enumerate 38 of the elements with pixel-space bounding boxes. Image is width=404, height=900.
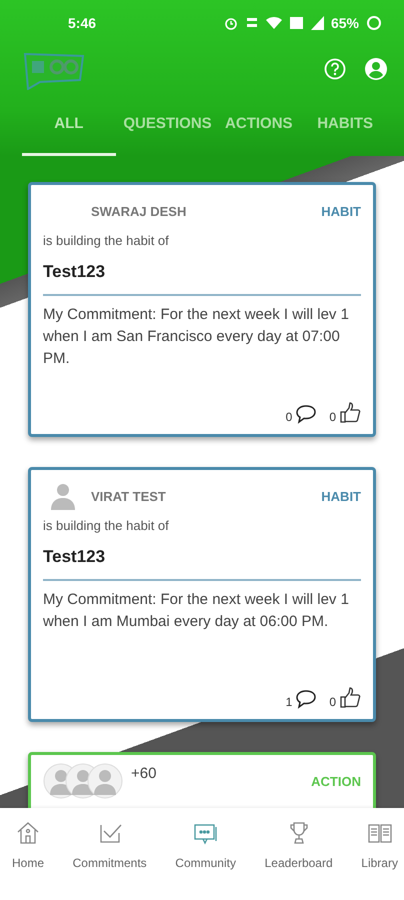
card-subtitle: is building the habit of: [43, 233, 170, 248]
commitment-text: My Commitment: For the next week I will lev 1 when I am Mumbai every day at 06:00 PM.: [43, 590, 350, 632]
like-count: 0: [329, 410, 336, 424]
user-name: SWARAJ DESH: [91, 204, 186, 218]
commitment-text: My Commitment: For the next week I will lev 1 when I am San Francisco every day at 07:00 PM.: [43, 305, 350, 369]
participant-count: +60: [131, 765, 156, 782]
help-icon[interactable]: [324, 58, 346, 80]
habit-title: Test123: [43, 547, 106, 567]
avatar-group-icon: [43, 763, 123, 799]
battery-percent: 65%: [330, 15, 359, 31]
battery-icon: [366, 15, 382, 31]
thumbs-up-icon[interactable]: [339, 402, 361, 424]
like-count: 0: [329, 695, 336, 709]
comment-icon[interactable]: [295, 404, 318, 424]
nav-tab[interactable]: Library: [359, 820, 400, 900]
comment-count: 0: [286, 410, 292, 424]
habit-card[interactable]: SWARAJ DESH HABIT is building the habit of Test123 My Commitment: For the next week I will lev 1 when I am San Francisco every day at 07:00 PM. 0 0: [28, 182, 376, 437]
user-name: VIRAT TEST: [91, 488, 166, 504]
profile-icon[interactable]: [364, 57, 388, 81]
nav-tab[interactable]: Home: [10, 820, 46, 900]
comment-icon[interactable]: [295, 689, 318, 709]
nav-tab[interactable]: Community: [173, 820, 238, 900]
habit-card[interactable]: VIRAT TEST HABIT is building the habit of Test123 My Commitment: For the next week I will lev 1 when I am Mumbai every day at 06:00 PM. 1 0: [28, 467, 376, 722]
nav-tab[interactable]: Leaderboard: [262, 820, 335, 900]
action-card[interactable]: +60 ACTION: [28, 752, 376, 808]
comment-count: 1: [286, 695, 292, 709]
post-type-label: HABIT: [321, 488, 361, 504]
thumbs-up-icon[interactable]: [339, 687, 361, 709]
wifi-icon: [266, 16, 282, 30]
card-subtitle: is building the habit of: [43, 518, 170, 533]
post-type-label: ACTION: [311, 774, 361, 788]
post-type-label: HABIT: [321, 204, 361, 218]
signal-icon: [310, 16, 324, 30]
alarm-icon: [224, 16, 238, 30]
nav-tab[interactable]: Commitments: [70, 820, 149, 900]
habit-title: Test123: [43, 262, 106, 282]
home-icon: [15, 820, 41, 846]
status-time: 5:46: [68, 15, 96, 31]
